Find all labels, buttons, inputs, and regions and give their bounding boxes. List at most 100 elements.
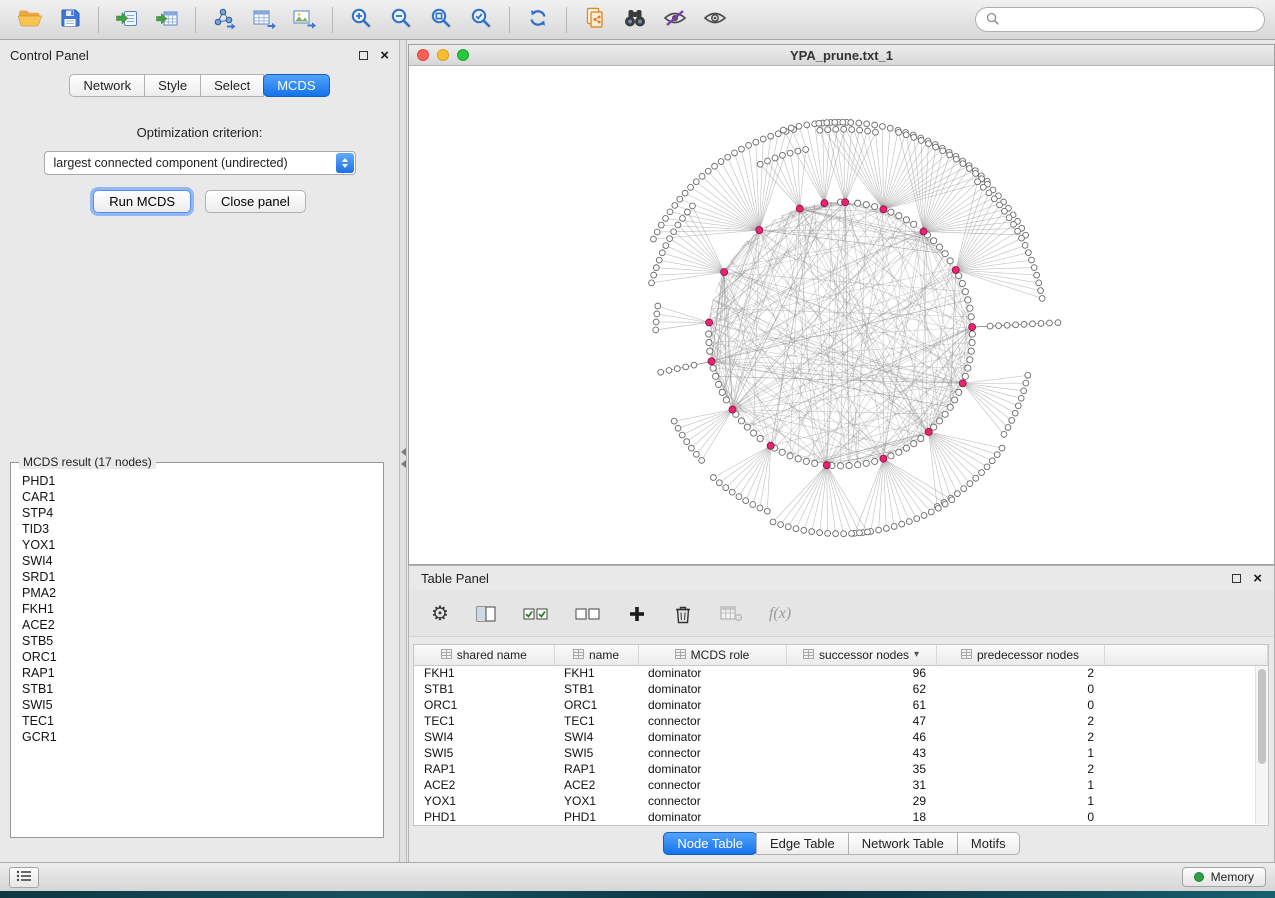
cell-name[interactable]: FKH1 xyxy=(554,665,638,681)
cell-predecessors[interactable]: 0 xyxy=(936,681,1104,697)
cell-successors[interactable]: 62 xyxy=(786,681,936,697)
cell-name[interactable]: TEC1 xyxy=(554,713,638,729)
table-row[interactable]: SWI4SWI4dominator462 xyxy=(414,729,1268,745)
cell-shared_name[interactable]: RAP1 xyxy=(414,761,554,777)
mcds-result-item[interactable]: YOX1 xyxy=(13,537,381,553)
cell-predecessors[interactable]: 1 xyxy=(936,777,1104,793)
mcds-result-item[interactable]: GCR1 xyxy=(13,729,381,745)
cell-predecessors[interactable]: 2 xyxy=(936,729,1104,745)
save-button[interactable] xyxy=(52,4,88,36)
mcds-result-item[interactable]: CAR1 xyxy=(13,489,381,505)
network-titlebar[interactable]: YPA_prune.txt_1 xyxy=(409,45,1274,66)
copy-network-button[interactable] xyxy=(577,4,613,36)
cell-shared_name[interactable]: SWI4 xyxy=(414,729,554,745)
zoom-selected-button[interactable] xyxy=(463,4,499,36)
tab-network-table[interactable]: Network Table xyxy=(848,832,958,855)
delete-row-icon[interactable] xyxy=(673,603,693,625)
maximize-window-icon[interactable] xyxy=(457,49,469,61)
close-panel-button[interactable]: Close panel xyxy=(205,190,306,213)
cell-role[interactable]: dominator xyxy=(638,681,786,697)
table-scrollbar[interactable] xyxy=(1255,666,1268,824)
gear-icon[interactable]: ⚙ xyxy=(431,604,449,624)
cell-predecessors[interactable]: 1 xyxy=(936,745,1104,761)
mcds-result-list[interactable]: PHD1CAR1STP4TID3YOX1SWI4SRD1PMA2FKH1ACE2… xyxy=(13,473,381,835)
import-table-file-button[interactable] xyxy=(149,4,185,36)
close-panel-icon[interactable]: × xyxy=(380,48,389,63)
cell-role[interactable]: dominator xyxy=(638,665,786,681)
mcds-result-item[interactable]: STB1 xyxy=(13,681,381,697)
table-row[interactable]: TEC1TEC1connector472 xyxy=(414,713,1268,729)
search-input[interactable] xyxy=(1005,13,1254,27)
cell-shared_name[interactable]: FKH1 xyxy=(414,665,554,681)
cell-name[interactable]: RAP1 xyxy=(554,761,638,777)
tab-node-table[interactable]: Node Table xyxy=(663,832,757,855)
cell-shared_name[interactable]: PHD1 xyxy=(414,809,554,825)
cell-name[interactable]: PHD1 xyxy=(554,809,638,825)
float-panel-icon[interactable] xyxy=(359,51,368,60)
cell-successors[interactable]: 29 xyxy=(786,793,936,809)
deselect-all-icon[interactable] xyxy=(575,605,601,623)
cell-predecessors[interactable]: 2 xyxy=(936,665,1104,681)
mcds-result-item[interactable]: SRD1 xyxy=(13,569,381,585)
cell-successors[interactable]: 61 xyxy=(786,697,936,713)
network-view[interactable] xyxy=(409,66,1274,564)
network-canvas[interactable] xyxy=(409,66,1274,564)
tab-select[interactable]: Select xyxy=(200,74,264,97)
open-folder-button[interactable] xyxy=(12,4,48,36)
cell-shared_name[interactable]: STB1 xyxy=(414,681,554,697)
zoom-out-button[interactable] xyxy=(383,4,419,36)
mcds-result-item[interactable]: SWI5 xyxy=(13,697,381,713)
run-mcds-button[interactable]: Run MCDS xyxy=(93,190,191,213)
mcds-result-item[interactable]: STB5 xyxy=(13,633,381,649)
splitter-handle-icon[interactable] xyxy=(400,448,407,468)
mcds-result-item[interactable]: ACE2 xyxy=(13,617,381,633)
cell-successors[interactable]: 96 xyxy=(786,665,936,681)
search-network-button[interactable] xyxy=(617,4,653,36)
cell-role[interactable]: connector xyxy=(638,777,786,793)
column-header-name[interactable]: name xyxy=(554,645,638,665)
column-header-successors[interactable]: successor nodes▾ xyxy=(786,645,936,665)
cell-shared_name[interactable]: SWI5 xyxy=(414,745,554,761)
mcds-result-item[interactable]: STP4 xyxy=(13,505,381,521)
hide-selected-eye-button[interactable] xyxy=(657,4,693,36)
table-row[interactable]: FKH1FKH1dominator962 xyxy=(414,665,1268,681)
table-row[interactable]: YOX1YOX1connector291 xyxy=(414,793,1268,809)
mcds-result-item[interactable]: SWI4 xyxy=(13,553,381,569)
cell-role[interactable]: dominator xyxy=(638,729,786,745)
cell-name[interactable]: YOX1 xyxy=(554,793,638,809)
cell-predecessors[interactable]: 0 xyxy=(936,809,1104,825)
cell-successors[interactable]: 47 xyxy=(786,713,936,729)
close-window-icon[interactable] xyxy=(417,49,429,61)
criterion-select[interactable]: largest connected component (undirected) xyxy=(44,151,356,175)
memory-button[interactable]: Memory xyxy=(1182,867,1266,887)
cell-shared_name[interactable]: ORC1 xyxy=(414,697,554,713)
table-row[interactable]: RAP1RAP1dominator352 xyxy=(414,761,1268,777)
select-all-icon[interactable] xyxy=(523,605,549,623)
mcds-result-item[interactable]: PMA2 xyxy=(13,585,381,601)
mcds-result-item[interactable]: FKH1 xyxy=(13,601,381,617)
cell-predecessors[interactable]: 2 xyxy=(936,761,1104,777)
panel-list-button[interactable] xyxy=(9,867,39,888)
show-all-eye-button[interactable] xyxy=(697,4,733,36)
mcds-result-item[interactable]: ORC1 xyxy=(13,649,381,665)
cell-successors[interactable]: 46 xyxy=(786,729,936,745)
tab-mcds[interactable]: MCDS xyxy=(263,74,329,97)
cell-successors[interactable]: 31 xyxy=(786,777,936,793)
search-box[interactable] xyxy=(975,7,1265,32)
cell-successors[interactable]: 43 xyxy=(786,745,936,761)
cell-name[interactable]: STB1 xyxy=(554,681,638,697)
cell-name[interactable]: SWI5 xyxy=(554,745,638,761)
cell-name[interactable]: SWI4 xyxy=(554,729,638,745)
mcds-result-item[interactable]: PHD1 xyxy=(13,473,381,489)
cell-role[interactable]: dominator xyxy=(638,697,786,713)
new-table-button[interactable] xyxy=(246,4,282,36)
cell-role[interactable]: dominator xyxy=(638,761,786,777)
cell-role[interactable]: connector xyxy=(638,745,786,761)
new-network-button[interactable] xyxy=(206,4,242,36)
cell-predecessors[interactable]: 2 xyxy=(936,713,1104,729)
mcds-result-item[interactable]: TID3 xyxy=(13,521,381,537)
float-table-panel-icon[interactable] xyxy=(1232,574,1241,583)
table-row[interactable]: SWI5SWI5connector431 xyxy=(414,745,1268,761)
cell-predecessors[interactable]: 0 xyxy=(936,697,1104,713)
zoom-in-button[interactable] xyxy=(343,4,379,36)
